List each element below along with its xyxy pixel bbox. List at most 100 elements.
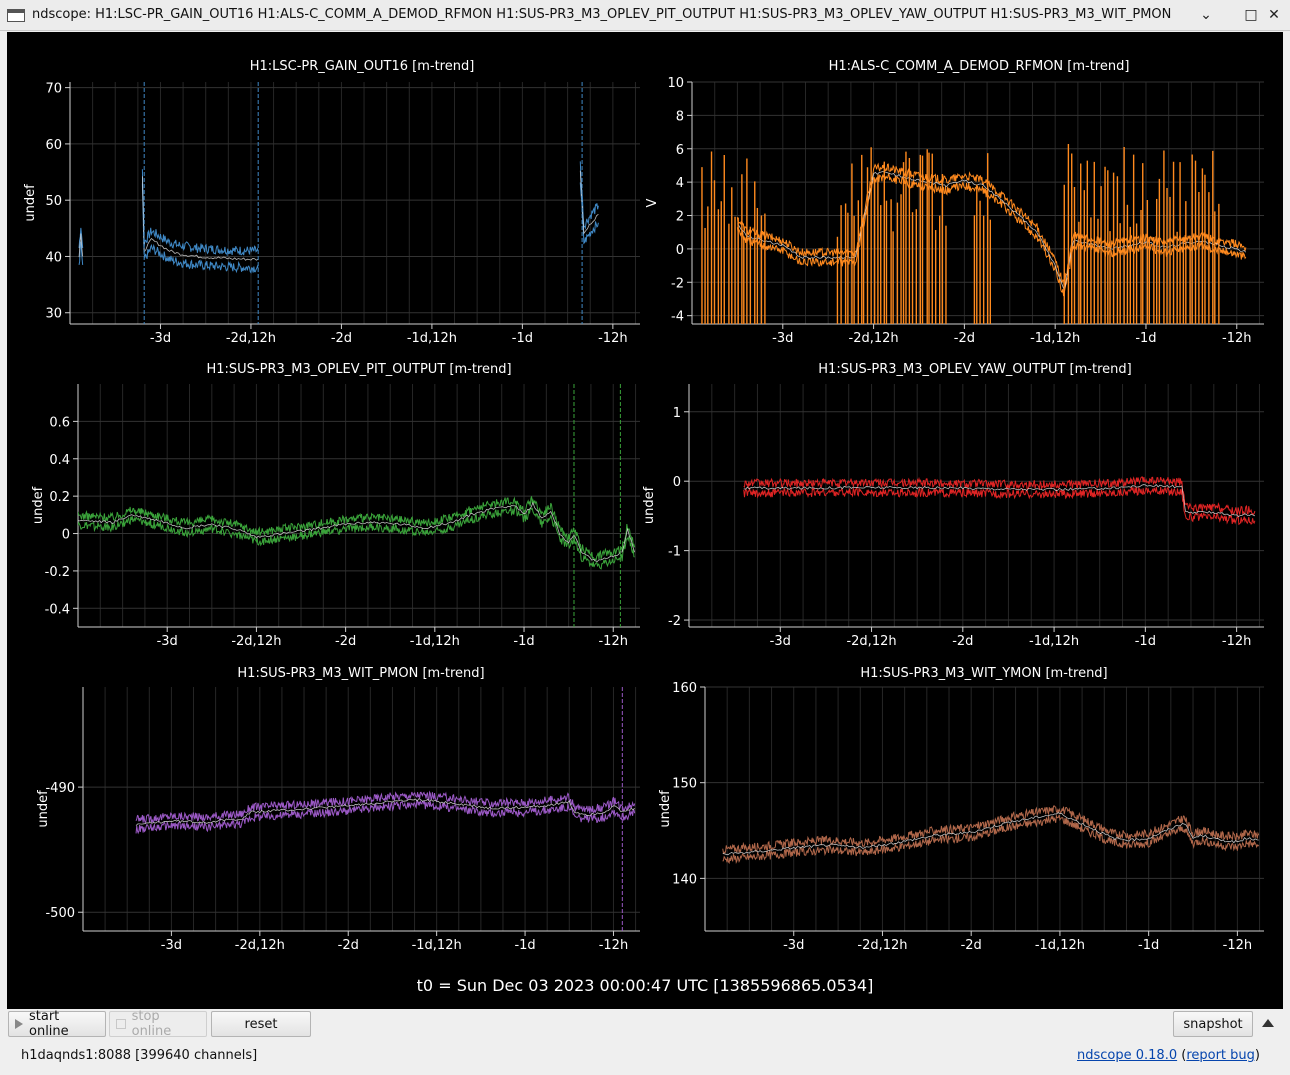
x-tick-label: -1d,12h: [1029, 634, 1079, 649]
stop-icon: [116, 1019, 126, 1029]
x-tick-label: -12h: [1222, 634, 1251, 649]
grid: [77, 384, 640, 627]
start-online-label: start online: [29, 1009, 69, 1039]
version-info: ndscope 0.18.0 (report bug): [1077, 1048, 1260, 1063]
y-tick-label: 0: [673, 475, 681, 490]
y-tick-label: 0.2: [49, 490, 70, 505]
grid: [688, 384, 1264, 627]
y-tick-label: 70: [45, 82, 62, 97]
y-tick-label: 160: [672, 681, 697, 696]
y-tick-label: 4: [676, 176, 684, 191]
y-tick-label: 30: [45, 307, 62, 322]
t0-label: t0 = Sun Dec 03 2023 00:00:47 UTC [13855…: [416, 976, 874, 995]
y-axis-label: undef: [31, 486, 46, 524]
plot-1: H1:LSC-PR_GAIN_OUT16 [m-trend] -3d -2d,12h…: [23, 59, 640, 346]
y-axis-label: V: [645, 198, 660, 207]
series-group: [743, 476, 1256, 526]
x-tick-label: -1d: [1138, 938, 1159, 953]
x-tick-label: -12h: [1223, 938, 1252, 953]
plot-title: H1:SUS-PR3_M3_WIT_PMON [m-trend]: [237, 666, 484, 681]
plots-grid[interactable]: H1:LSC-PR_GAIN_OUT16 [m-trend] -3d -2d,12h…: [7, 32, 1283, 972]
series-mean-trace: [78, 501, 636, 563]
stop-online-button[interactable]: stop online: [109, 1009, 207, 1039]
x-tick-label: -1d: [1135, 331, 1156, 346]
y-axis-label: undef: [658, 790, 673, 828]
snapshot-label: snapshot: [1183, 1016, 1243, 1032]
x-tick-label: -3d: [150, 331, 171, 346]
plot-2: H1:ALS-C_COMM_A_DEMOD_RFMON [m-trend] -3d…: [645, 59, 1264, 346]
collapse-arrow-icon[interactable]: [1262, 1019, 1274, 1027]
x-tick-label: -2d: [338, 938, 359, 953]
plot-title: H1:ALS-C_COMM_A_DEMOD_RFMON [m-trend]: [829, 59, 1130, 74]
x-tick-label: -2d: [952, 634, 973, 649]
maximize-icon[interactable]: □: [1242, 6, 1260, 24]
snapshot-button[interactable]: snapshot: [1173, 1011, 1253, 1037]
x-tick-label: -3d: [770, 634, 791, 649]
x-tick-label: -1d: [1135, 634, 1156, 649]
y-tick-label: 50: [45, 194, 62, 209]
x-tick-label: -12h: [598, 331, 627, 346]
series-group: [722, 805, 1260, 865]
x-tick-label: -1d,12h: [1030, 331, 1080, 346]
y-tick-label: 140: [672, 872, 697, 887]
plot-4: H1:SUS-PR3_M3_OPLEV_YAW_OUTPUT [m-trend]…: [642, 362, 1264, 649]
series-min-trace: [743, 486, 1256, 526]
x-tick-label: -2d,12h: [226, 331, 276, 346]
report-bug-link[interactable]: report bug: [1186, 1048, 1255, 1063]
x-tick-label: -12h: [1222, 331, 1251, 346]
plot-6: H1:SUS-PR3_M3_WIT_YMON [m-trend] -3d -2d,1…: [658, 666, 1264, 953]
series-min-trace: [78, 506, 635, 570]
x-tick-label: -12h: [599, 938, 628, 953]
y-tick-label: 10: [667, 76, 684, 91]
stop-online-label: stop online: [131, 1009, 172, 1039]
x-tick-label: -2d,12h: [846, 634, 896, 649]
x-tick-label: -12h: [598, 634, 627, 649]
x-tick-label: -2d: [335, 634, 356, 649]
x-tick-label: -1d,12h: [1035, 938, 1085, 953]
app-window-icon: [7, 9, 25, 22]
x-tick-label: -2d: [954, 331, 975, 346]
plot-5: H1:SUS-PR3_M3_WIT_PMON [m-trend] -3d -2d,1…: [36, 666, 640, 953]
x-tick-label: -1d,12h: [412, 938, 462, 953]
plot-title: H1:SUS-PR3_M3_OPLEV_YAW_OUTPUT [m-trend]: [818, 362, 1131, 377]
close-icon[interactable]: ✕: [1265, 6, 1283, 24]
y-tick-label: -0.2: [45, 565, 70, 580]
y-tick-label: 0: [676, 243, 684, 258]
start-online-button[interactable]: start online: [8, 1009, 106, 1039]
x-tick-label: -2d: [961, 938, 982, 953]
series-max-trace: [141, 169, 259, 257]
y-axis-label: undef: [36, 790, 51, 828]
x-tick-label: -2d: [331, 331, 352, 346]
series-group: [701, 143, 1247, 324]
version-link[interactable]: ndscope 0.18.0: [1077, 1048, 1177, 1063]
y-tick-label: 1: [673, 406, 681, 421]
y-tick-label: -2: [668, 614, 681, 629]
x-tick-label: -1d: [513, 634, 534, 649]
y-tick-label: -4: [671, 310, 684, 325]
x-tick-label: -1d,12h: [407, 331, 457, 346]
minimize-icon[interactable]: ⌄: [1197, 6, 1215, 24]
y-tick-label: 2: [676, 210, 684, 225]
y-tick-label: 8: [676, 109, 684, 124]
reset-label: reset: [244, 1016, 278, 1032]
y-tick-label: 6: [676, 143, 684, 158]
y-tick-label: 150: [672, 777, 697, 792]
y-tick-label: 0: [62, 528, 70, 543]
x-tick-label: -1d,12h: [410, 634, 460, 649]
series-group: [78, 82, 599, 324]
series-group: [135, 687, 636, 931]
x-tick-label: -3d: [157, 634, 178, 649]
grid: [69, 82, 640, 324]
server-info: h1daqnds1:8088 [399640 channels]: [21, 1048, 258, 1063]
x-tick-label: -1d: [514, 938, 535, 953]
grid: [691, 81, 1264, 324]
grid: [704, 686, 1264, 931]
x-tick-label: -3d: [161, 938, 182, 953]
series-group: [78, 384, 636, 627]
series-mean-trace: [743, 484, 1256, 518]
reset-button[interactable]: reset: [211, 1011, 311, 1037]
x-tick-label: -2d,12h: [231, 634, 281, 649]
play-icon: [15, 1019, 23, 1029]
x-tick-label: -2d,12h: [849, 331, 899, 346]
paren-close: ): [1254, 1048, 1260, 1063]
